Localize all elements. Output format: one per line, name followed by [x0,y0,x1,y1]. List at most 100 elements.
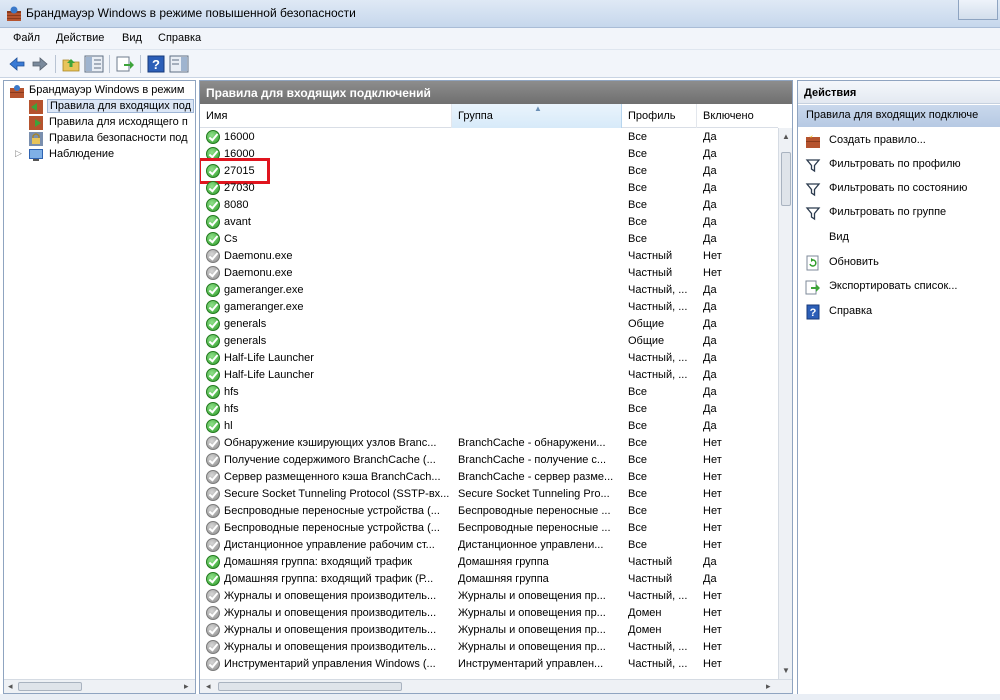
table-row[interactable]: Беспроводные переносные устройства (... Б… [200,520,778,537]
column-name[interactable]: Имя [200,104,452,128]
action-filter-state[interactable]: Фильтровать по состоянию [798,178,1000,200]
table-row[interactable]: Инструментарий управления Windows (... Ин… [200,656,778,673]
minimize-button[interactable] [958,0,998,20]
table-row[interactable]: 27015 Все Да [200,158,778,184]
scrollbar-thumb[interactable] [18,682,82,691]
action-filter-profile[interactable]: Фильтровать по профилю [798,154,1000,176]
menu-bar: Файл Действие Вид Справка [0,28,1000,50]
rule-enabled-icon [206,317,220,331]
table-row[interactable]: Daemonu.exe Частный Нет [200,265,778,282]
table-row[interactable]: 16000 Все Да [200,146,778,163]
table-row[interactable]: 16000 Все Да [200,129,778,146]
table-row[interactable]: 8080 Все Да [200,197,778,214]
action-new-rule[interactable]: Создать правило... [798,130,1000,152]
expand-chevron-icon[interactable]: ▷ [15,148,22,159]
menu-file[interactable]: Файл [13,32,40,44]
table-row[interactable]: generals Общие Да [200,333,778,350]
scroll-down-arrow-icon[interactable]: ▼ [782,666,790,675]
table-row[interactable]: Secure Socket Tunneling Protocol (SSTP-в… [200,486,778,503]
export-icon[interactable] [115,54,135,74]
filter-icon [805,207,821,221]
rule-profile: Все [628,505,647,517]
rule-enabled-icon [206,419,220,433]
table-row[interactable]: Домашняя группа: входящий трафик Домашняя… [200,554,778,571]
tree-horizontal-scrollbar[interactable]: ◂ ▸ [4,679,195,693]
table-row[interactable]: Сервер размещенного кэша BranchCach... Br… [200,469,778,486]
rules-vertical-scrollbar[interactable]: ▲ ▼ [778,128,792,680]
action-refresh[interactable]: Обновить [798,252,1000,274]
rule-profile: Все [628,131,647,143]
rule-profile: Общие [628,335,665,347]
table-row[interactable]: hl Все Да [200,418,778,435]
rule-disabled-icon [206,266,220,280]
scroll-up-arrow-icon[interactable]: ▲ [782,132,790,141]
rule-disabled-icon [206,504,220,518]
table-row[interactable]: gameranger.exe Частный, ... Да [200,299,778,316]
rule-profile: Частный, ... [628,658,688,670]
scroll-right-arrow-icon[interactable]: ▸ [766,681,771,692]
scrollbar-thumb[interactable] [218,682,402,691]
table-row[interactable]: Daemonu.exe Частный Нет [200,248,778,265]
scroll-right-arrow-icon[interactable]: ▸ [184,681,189,692]
rule-name: Обнаружение кэширующих узлов Branc... [224,437,437,449]
tree-root[interactable]: Брандмауэр Windows в режим [4,83,195,99]
table-row[interactable]: gameranger.exe Частный, ... Да [200,282,778,299]
table-row[interactable]: Журналы и оповещения производитель... Жур… [200,639,778,656]
action-view[interactable]: Вид [798,227,1000,249]
table-row[interactable]: avant Все Да [200,214,778,231]
tree-item-connection-security[interactable]: Правила безопасности под [4,131,195,147]
forward-arrow-icon[interactable] [30,54,50,74]
table-row[interactable]: hfs Все Да [200,384,778,401]
tree-item-outbound-rules[interactable]: Правила для исходящего п [4,115,195,131]
up-folder-icon[interactable] [61,54,81,74]
table-row[interactable]: 27030 Все Да [200,180,778,197]
rule-profile: Домен [628,607,662,619]
action-export[interactable]: Экспортировать список... [798,276,1000,298]
action-help[interactable]: ? Справка [798,301,1000,323]
rule-enabled-icon [206,572,220,586]
table-row[interactable]: Журналы и оповещения производитель... Жур… [200,622,778,639]
rule-profile: Частный, ... [628,352,688,364]
rule-name: Журналы и оповещения производитель... [224,590,437,602]
table-row[interactable]: Журналы и оповещения производитель... Жур… [200,588,778,605]
table-row[interactable]: Half-Life Launcher Частный, ... Да [200,367,778,384]
actions-section-header[interactable]: Правила для входящих подключе [798,105,1000,127]
table-row[interactable]: Half-Life Launcher Частный, ... Да [200,350,778,367]
rule-group: Домашняя группа [458,573,549,585]
rule-profile: Все [628,454,647,466]
tree-item-monitoring[interactable]: ▷ Наблюдение [4,147,195,163]
scroll-left-arrow-icon[interactable]: ◂ [206,681,211,692]
table-row[interactable]: Журналы и оповещения производитель... Жур… [200,605,778,622]
rule-enabled-icon [206,283,220,297]
scrollbar-thumb[interactable] [781,152,791,206]
scroll-left-arrow-icon[interactable]: ◂ [8,681,13,692]
svg-text:?: ? [810,307,817,319]
rule-enabled: Да [703,216,717,228]
action-pane-icon[interactable] [169,54,189,74]
rule-name: Домашняя группа: входящий трафик (Р... [224,573,434,585]
show-hide-tree-icon[interactable] [84,54,104,74]
table-row[interactable]: Беспроводные переносные устройства (... Б… [200,503,778,520]
column-profile[interactable]: Профиль [622,104,697,128]
table-row[interactable]: Домашняя группа: входящий трафик (Р... До… [200,571,778,588]
action-filter-group[interactable]: Фильтровать по группе [798,202,1000,224]
tree-root-label: Брандмауэр Windows в режим [29,84,185,96]
table-row[interactable]: Дистанционное управление рабочим ст... Ди… [200,537,778,554]
help-icon[interactable]: ? [146,54,166,74]
rule-profile: Все [628,420,647,432]
rules-horizontal-scrollbar[interactable]: ◂ ▸ [200,679,792,693]
column-enabled[interactable]: Включено [697,104,778,128]
rule-enabled: Нет [703,658,722,670]
rule-profile: Частный, ... [628,301,688,313]
table-row[interactable]: generals Общие Да [200,316,778,333]
menu-view[interactable]: Вид [122,32,142,44]
table-row[interactable]: Cs Все Да [200,231,778,248]
table-row[interactable]: Получение содержимого BranchCache (... Br… [200,452,778,469]
back-arrow-icon[interactable] [7,54,27,74]
menu-help[interactable]: Справка [158,32,201,44]
menu-action[interactable]: Действие [56,32,104,44]
table-row[interactable]: Обнаружение кэширующих узлов Branc... Bra… [200,435,778,452]
action-label: Вид [829,231,849,243]
tree-item-inbound-rules[interactable]: Правила для входящих под [4,99,195,115]
table-row[interactable]: hfs Все Да [200,401,778,418]
